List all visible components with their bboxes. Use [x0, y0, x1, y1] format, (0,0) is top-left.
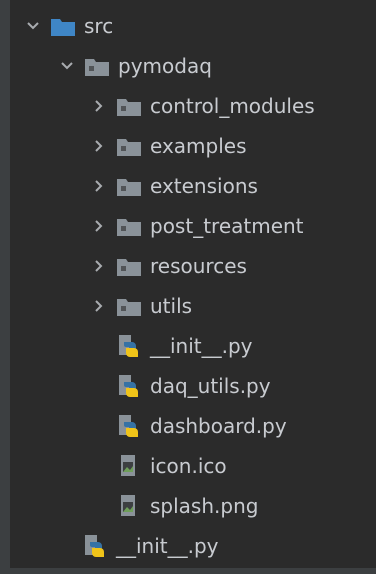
folder-icon: [116, 215, 142, 237]
tree-node-label: control_modules: [150, 94, 315, 118]
chevron-right-icon[interactable]: [88, 255, 110, 277]
tree-node-icon-ico[interactable]: icon.ico: [116, 446, 376, 486]
chevron-down-icon[interactable]: [56, 55, 78, 77]
tree-node-label: daq_utils.py: [150, 374, 271, 398]
tree-node-src-init-py[interactable]: __init__.py: [82, 526, 376, 566]
tree-node-daq-utils-py[interactable]: daq_utils.py: [116, 366, 376, 406]
python-file-icon: [116, 335, 142, 357]
tree-node-extensions[interactable]: extensions: [88, 166, 376, 206]
project-tree: src pymodaq control_modules examples ext…: [0, 0, 376, 574]
python-file-icon: [116, 415, 142, 437]
chevron-right-icon[interactable]: [88, 215, 110, 237]
image-file-icon: [116, 495, 142, 517]
tree-node-resources[interactable]: resources: [88, 246, 376, 286]
chevron-down-icon[interactable]: [22, 15, 44, 37]
image-file-icon: [116, 455, 142, 477]
tree-node-label: __init__.py: [116, 534, 219, 558]
tree-node-label: resources: [150, 254, 247, 278]
tree-node-label: splash.png: [150, 494, 259, 518]
chevron-right-icon[interactable]: [88, 295, 110, 317]
tree-node-label: __init__.py: [150, 334, 253, 358]
tree-node-utils[interactable]: utils: [88, 286, 376, 326]
tree-node-init-py[interactable]: __init__.py: [116, 326, 376, 366]
tree-node-label: dashboard.py: [150, 414, 287, 438]
tree-node-dashboard-py[interactable]: dashboard.py: [116, 406, 376, 446]
chevron-right-icon[interactable]: [88, 135, 110, 157]
python-file-icon: [116, 375, 142, 397]
tree-node-label: pymodaq: [118, 54, 212, 78]
folder-icon: [116, 95, 142, 117]
tree-node-control-modules[interactable]: control_modules: [88, 86, 376, 126]
chevron-right-icon[interactable]: [88, 175, 110, 197]
tree-node-pymodaq[interactable]: pymodaq: [56, 46, 376, 86]
tree-node-splash-png[interactable]: splash.png: [116, 486, 376, 526]
folder-icon: [116, 295, 142, 317]
chevron-right-icon[interactable]: [88, 95, 110, 117]
python-file-icon: [82, 535, 108, 557]
tree-node-label: utils: [150, 294, 193, 318]
panel-bottom-edge: [10, 568, 376, 574]
tree-node-label: examples: [150, 134, 247, 158]
folder-icon: [116, 175, 142, 197]
tree-node-label: src: [84, 14, 114, 38]
tree-node-label: post_treatment: [150, 214, 304, 238]
tree-node-label: icon.ico: [150, 454, 227, 478]
tree-node-post-treatment[interactable]: post_treatment: [88, 206, 376, 246]
tree-node-src[interactable]: src: [22, 6, 376, 46]
tree-node-label: extensions: [150, 174, 258, 198]
folder-icon: [116, 135, 142, 157]
folder-icon: [116, 255, 142, 277]
tree-node-examples[interactable]: examples: [88, 126, 376, 166]
folder-source-icon: [50, 15, 76, 37]
folder-icon: [84, 55, 110, 77]
